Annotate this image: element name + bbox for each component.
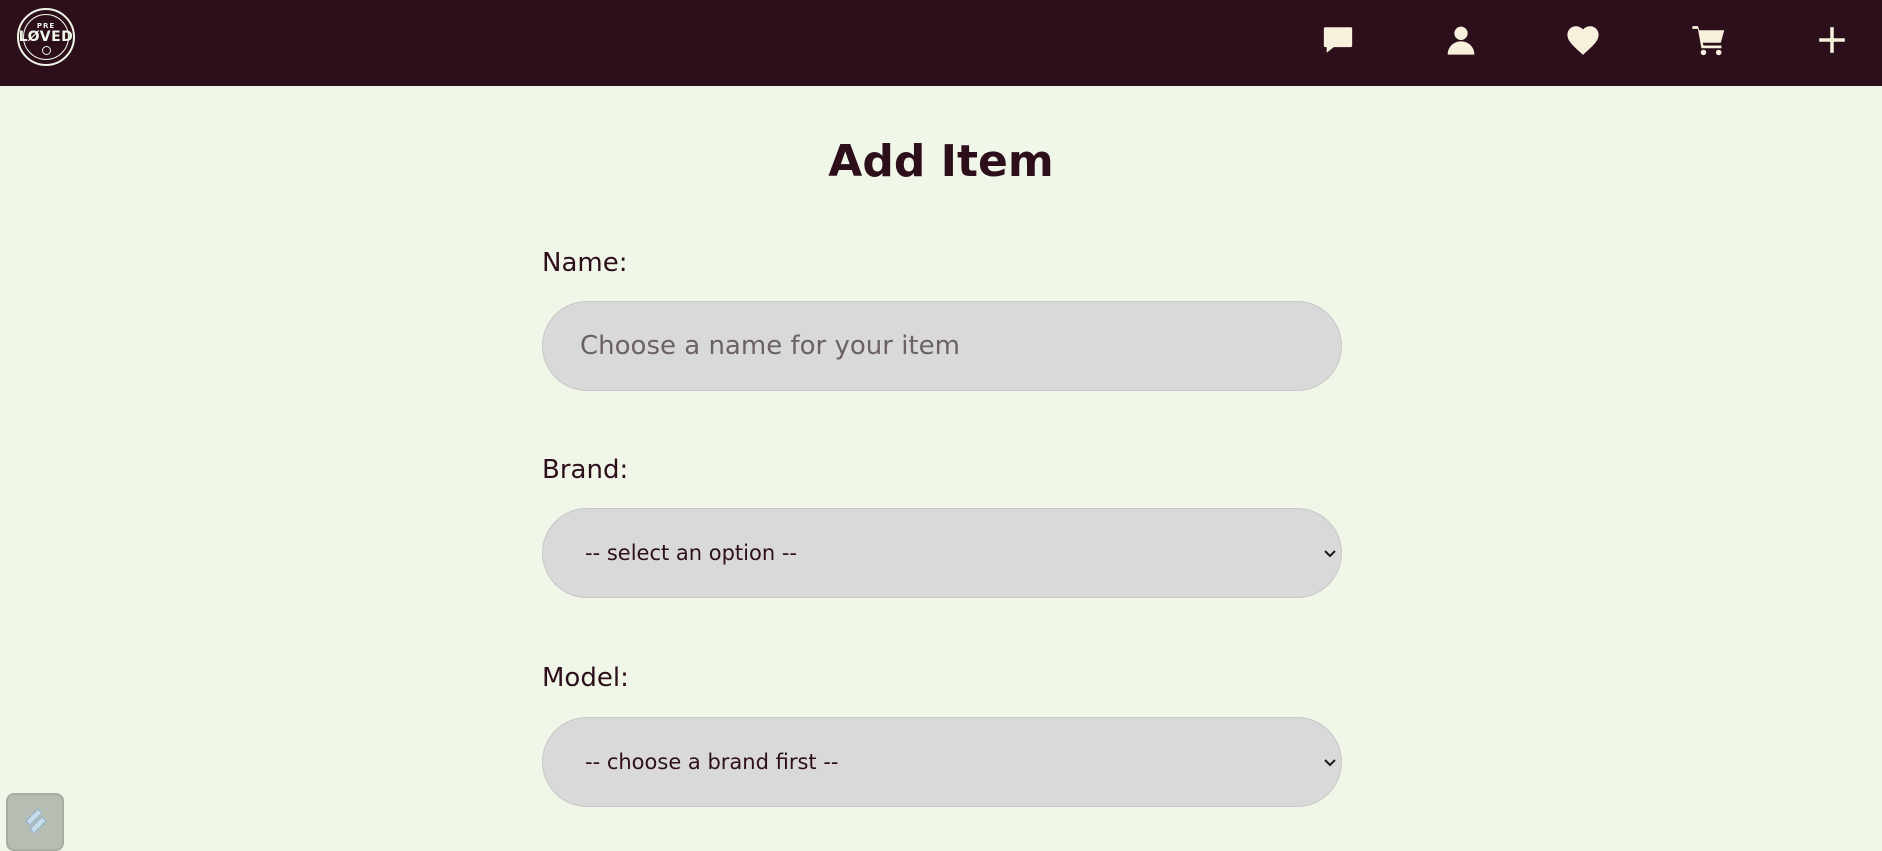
name-placeholder: Choose a name for your item xyxy=(580,331,960,361)
model-select[interactable]: -- choose a brand first -- xyxy=(542,717,1342,807)
chat-icon xyxy=(1323,27,1353,53)
brand-label: Brand: xyxy=(542,455,629,485)
page-title: Add Item xyxy=(828,136,1054,187)
plus-icon xyxy=(1819,27,1845,53)
name-label: Name: xyxy=(542,248,628,278)
chevron-down-icon xyxy=(1323,756,1337,770)
brand-selected-value: -- select an option -- xyxy=(585,541,797,565)
model-selected-value: -- choose a brand first -- xyxy=(585,750,839,774)
logo-ring xyxy=(23,14,69,60)
brand-logo[interactable]: PRE LØVED xyxy=(17,8,75,66)
floating-widget-button[interactable] xyxy=(6,793,64,851)
favorites-button[interactable] xyxy=(1563,20,1603,60)
messages-button[interactable] xyxy=(1318,20,1358,60)
heart-icon xyxy=(1567,26,1599,55)
profile-button[interactable] xyxy=(1441,20,1481,60)
cart-button[interactable] xyxy=(1689,20,1729,60)
brand-select[interactable]: -- select an option -- xyxy=(542,508,1342,598)
name-input[interactable]: Choose a name for your item xyxy=(542,301,1342,391)
widget-logo-icon xyxy=(25,808,47,833)
top-navbar: PRE LØVED xyxy=(0,0,1882,86)
user-icon xyxy=(1447,26,1475,55)
model-label: Model: xyxy=(542,663,629,693)
cart-icon xyxy=(1692,26,1725,56)
add-item-button[interactable] xyxy=(1812,20,1852,60)
chevron-down-icon xyxy=(1323,547,1337,561)
